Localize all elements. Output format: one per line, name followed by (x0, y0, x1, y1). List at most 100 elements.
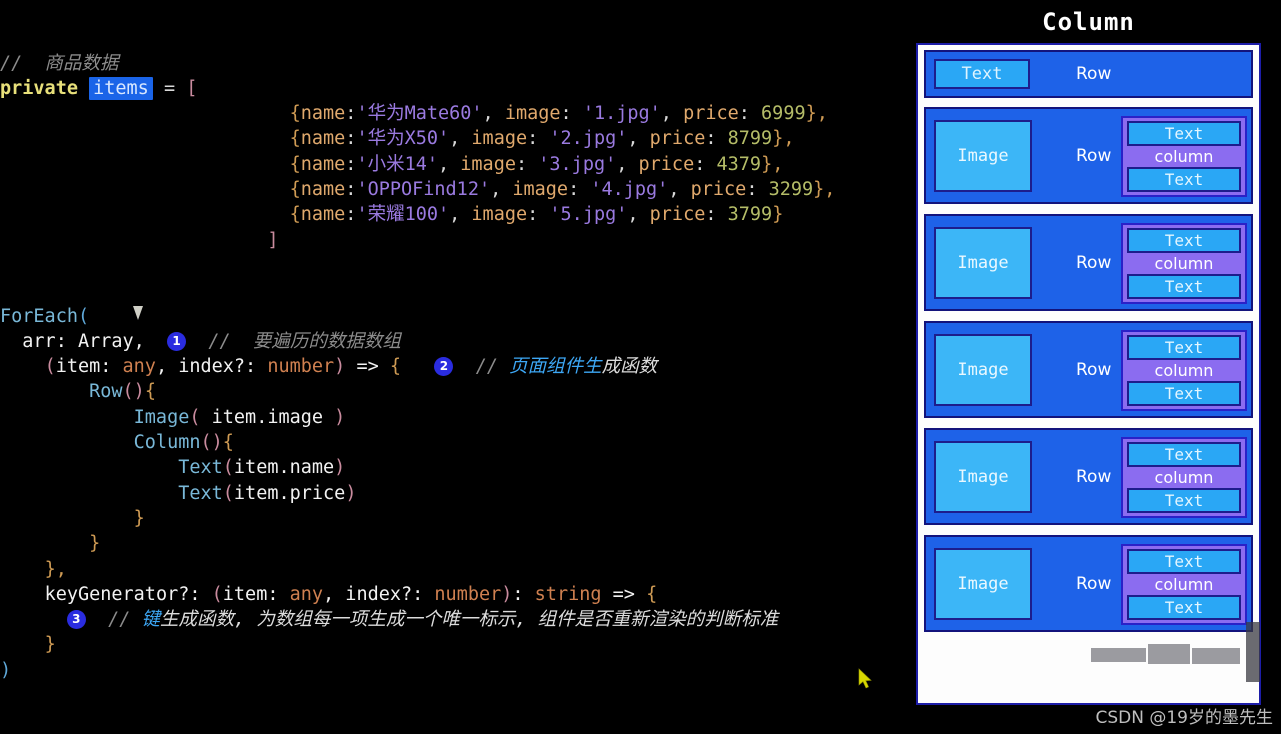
column-box[interactable]: Text column Text (1121, 116, 1247, 197)
text-box-top[interactable]: Text (1127, 335, 1241, 360)
code-token: image (504, 103, 561, 125)
code-line[interactable]: {name:'OPPOFind12', image: '4.jpg', pric… (0, 177, 916, 202)
code-token: Row (89, 381, 123, 403)
code-token: { (289, 128, 301, 150)
code-token: , (627, 204, 650, 226)
code-token: ] (267, 229, 279, 251)
code-line[interactable] (0, 278, 916, 303)
code-token: image (471, 128, 528, 150)
diagram-row-item[interactable]: Image Row Text column Text (924, 321, 1253, 418)
code-token: { (289, 153, 301, 175)
image-box[interactable]: Image (934, 226, 1032, 299)
text-box[interactable]: Text (934, 59, 1030, 89)
code-editor-pane[interactable]: // 商品数据 private items = [ {name:'华为Mate60… (0, 0, 916, 734)
code-line[interactable]: Column(){ (0, 430, 916, 455)
code-line[interactable]: ] (0, 228, 916, 253)
code-token: : (560, 103, 583, 125)
diagram-row-header[interactable]: Text Row (924, 50, 1253, 98)
image-box[interactable]: Image (934, 440, 1032, 513)
column-label: column (1154, 360, 1214, 380)
text-box-top[interactable]: Text (1127, 549, 1241, 574)
code-token: , (627, 128, 650, 150)
compression-artifact (1192, 648, 1240, 664)
code-comment: // 商品数据 (0, 52, 119, 74)
code-comment: 生成函数, 为数组每一项生成一个唯一标示, 组件是否重新渲染的判断标准 (160, 609, 779, 631)
code-token: '荣耀100' (356, 204, 450, 226)
text-box-bottom[interactable]: Text (1127, 488, 1241, 513)
code-token: price (649, 204, 706, 226)
column-box[interactable]: Text column Text (1121, 544, 1247, 625)
code-line[interactable]: {name:'小米14', image: '3.jpg', price: 437… (0, 152, 916, 177)
diagram-row-item[interactable]: Image Row Text column Text (924, 428, 1253, 525)
diagram-row-item[interactable]: Image Row Text column Text (924, 107, 1253, 204)
text-box-bottom[interactable]: Text (1127, 595, 1241, 620)
code-token: ( (77, 305, 90, 327)
code-token: 6999 (761, 103, 806, 125)
code-line[interactable]: {name:'华为X50', image: '2.jpg', price: 87… (0, 126, 916, 151)
code-line[interactable]: } (0, 531, 916, 556)
text-box-top[interactable]: Text (1127, 121, 1241, 146)
code-line[interactable]: {name:'荣耀100', image: '5.jpg', price: 37… (0, 202, 916, 227)
code-comment: // 要遍历的数据数组 (186, 330, 401, 352)
code-token: image (471, 204, 528, 226)
column-box[interactable]: Text column Text (1121, 223, 1247, 304)
code-token: { (289, 204, 301, 226)
code-token: ) (501, 583, 513, 605)
code-token: '4.jpg' (590, 179, 669, 201)
code-token: '2.jpg' (549, 128, 628, 150)
code-line[interactable]: Row(){ (0, 379, 916, 404)
code-token: , (490, 179, 513, 201)
diagram-row-item[interactable]: Image Row Text column Text (924, 535, 1253, 632)
code-line[interactable]: Image( item.image ) (0, 405, 916, 430)
code-token: '1.jpg' (582, 103, 661, 125)
text-box-bottom[interactable]: Text (1127, 381, 1241, 406)
image-box[interactable]: Image (934, 547, 1032, 620)
code-line[interactable]: {name:'华为Mate60', image: '1.jpg', price:… (0, 101, 916, 126)
image-box[interactable]: Image (934, 333, 1032, 406)
code-token: name (300, 103, 346, 125)
code-token: : (515, 153, 539, 175)
code-token: , index?: (323, 583, 435, 605)
code-token: : (568, 179, 591, 201)
column-box[interactable]: Text column Text (1121, 330, 1247, 411)
code-token: any (122, 356, 156, 378)
code-line[interactable]: }, (0, 557, 916, 582)
code-line[interactable]: } (0, 632, 916, 657)
text-box-top[interactable]: Text (1127, 442, 1241, 467)
code-line[interactable]: keyGenerator?: (item: any, index?: numbe… (0, 582, 916, 607)
diagram-row-item[interactable]: Image Row Text column Text (924, 214, 1253, 311)
code-token: { (144, 381, 156, 403)
code-line[interactable]: ) (0, 658, 916, 683)
code-line[interactable]: ForEach( (0, 304, 916, 329)
code-line[interactable]: 3 // 键生成函数, 为数组每一项生成一个唯一标示, 组件是否重新渲染的判断标… (0, 607, 916, 632)
code-token: name (300, 128, 346, 150)
code-line[interactable]: Text(item.name) (0, 455, 916, 480)
code-line[interactable]: // 商品数据 (0, 51, 916, 76)
code-line[interactable]: Text(item.price) (0, 481, 916, 506)
image-box[interactable]: Image (934, 119, 1032, 192)
code-token: , (449, 204, 472, 226)
column-label: column (1154, 574, 1214, 594)
code-line[interactable] (0, 253, 916, 278)
code-line[interactable]: arr: Array, 1 // 要遍历的数据数组 (0, 329, 916, 354)
code-line[interactable]: } (0, 506, 916, 531)
highlighted-token[interactable]: items (89, 76, 153, 100)
code-token: } (89, 533, 101, 555)
code-token: Image (133, 406, 190, 428)
code-lines[interactable]: // 商品数据 private items = [ {name:'华为Mate60… (0, 51, 916, 683)
code-token: ForEach (0, 305, 78, 327)
text-box-bottom[interactable]: Text (1127, 167, 1241, 192)
mouse-cursor-icon (858, 668, 872, 689)
text-box-top[interactable]: Text (1127, 228, 1241, 253)
text-box-bottom[interactable]: Text (1127, 274, 1241, 299)
code-token: : (345, 204, 357, 226)
code-line[interactable]: (item: any, index?: number) => { 2 // 页面… (0, 354, 916, 379)
column-box[interactable]: Text column Text (1121, 437, 1247, 518)
code-token: name (300, 179, 346, 201)
code-token: ( (44, 356, 56, 378)
code-line[interactable]: private items = [ (0, 76, 916, 101)
